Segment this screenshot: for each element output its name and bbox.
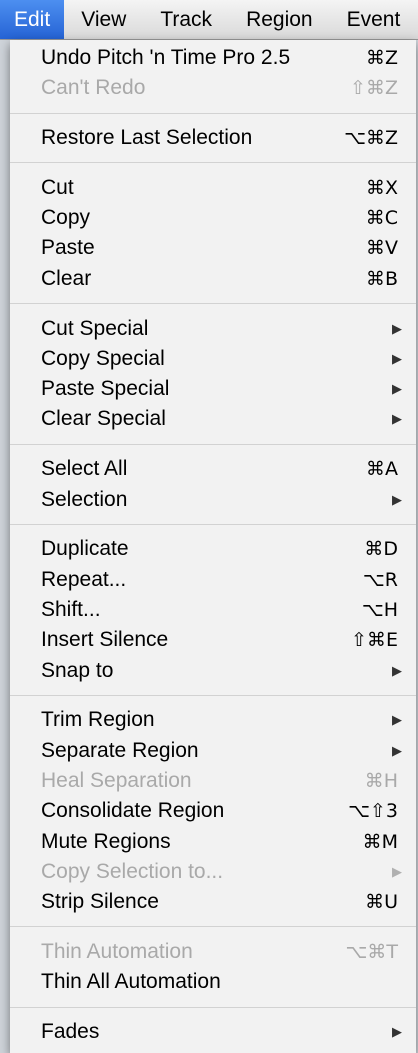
menu-item-shortcut: ⇧⌘Z — [350, 77, 398, 100]
menu-separator — [10, 294, 416, 314]
menu-item-label: Mute Regions — [41, 829, 171, 853]
menu-item-shortcut: ⌘U — [365, 891, 398, 914]
menu-item-label: Selection — [41, 487, 128, 511]
menu-item-selection[interactable]: Selection ▶ — [10, 485, 416, 515]
submenu-arrow-icon: ▶ — [392, 411, 402, 427]
menu-item-shortcut: ⌥⇧3 — [348, 800, 398, 823]
menu-item-label: Undo Pitch 'n Time Pro 2.5 — [41, 46, 291, 69]
menu-item-label: Copy Special — [41, 346, 165, 370]
menu-item-thin-all-automation[interactable]: Thin All Automation — [10, 967, 416, 997]
menu-item-shortcut: ⌥H — [361, 598, 398, 621]
submenu-arrow-icon: ▶ — [392, 320, 402, 336]
menu-item-shortcut: ⌘Z — [365, 47, 398, 69]
submenu-arrow-icon: ▶ — [392, 491, 402, 507]
menu-item-shortcut: ⌥⌘Z — [344, 127, 398, 150]
menu-item-label: Fades — [41, 1020, 100, 1044]
menu-separator — [10, 153, 416, 173]
menu-item-label: Paste — [41, 236, 95, 260]
menu-item-shortcut: ⌘X — [365, 176, 398, 199]
submenu-arrow-icon: ▶ — [392, 381, 402, 397]
menubar-edit[interactable]: Edit — [0, 0, 65, 39]
menu-item-label: Clear — [41, 266, 92, 290]
submenu-arrow-icon: ▶ — [392, 350, 402, 366]
submenu-arrow-icon: ▶ — [392, 1024, 402, 1040]
menu-separator — [10, 104, 416, 124]
menu-item-strip-silence[interactable]: Strip Silence ⌘U — [10, 887, 416, 917]
menu-item-clear[interactable]: Clear ⌘B — [10, 264, 416, 294]
menu-separator — [10, 515, 416, 535]
menu-item-shortcut: ⌘B — [365, 267, 398, 290]
menu-item-label: Strip Silence — [41, 890, 159, 914]
menu-item-shortcut: ⌘C — [365, 207, 398, 230]
menu-item-label: Heal Separation — [41, 768, 192, 792]
menu-item-copy-selection-to: Copy Selection to... ▶ — [10, 857, 416, 887]
menu-item-restore-last-selection[interactable]: Restore Last Selection ⌥⌘Z — [10, 123, 416, 153]
menu-item-can-t-redo: Can't Redo ⇧⌘Z — [10, 73, 416, 103]
menu-item-label: Cut — [41, 175, 74, 199]
menu-item-shift[interactable]: Shift... ⌥H — [10, 595, 416, 625]
menu-item-label: Thin Automation — [41, 939, 193, 963]
menu-item-undo-pitch-n-time-pro-2-5[interactable]: Undo Pitch 'n Time Pro 2.5 ⌘Z — [10, 43, 416, 73]
menu-item-label: Cut Special — [41, 316, 149, 340]
menu-item-select-all[interactable]: Select All ⌘A — [10, 454, 416, 484]
menu-item-consolidate-region[interactable]: Consolidate Region ⌥⇧3 — [10, 796, 416, 826]
menu-item-shortcut: ⌘V — [366, 237, 398, 260]
menubar-region[interactable]: Region — [229, 0, 330, 39]
menu-separator — [10, 998, 416, 1018]
submenu-arrow-icon: ▶ — [392, 742, 402, 758]
menu-item-shortcut: ⌥R — [362, 568, 398, 591]
menu-item-cut-special[interactable]: Cut Special ▶ — [10, 314, 416, 344]
menu-item-shortcut: ⌘M — [362, 830, 398, 853]
menu-item-shortcut: ⌘D — [364, 538, 398, 561]
menu-item-paste-special[interactable]: Paste Special ▶ — [10, 374, 416, 404]
menu-item-shortcut: ⌥⌘T — [345, 940, 398, 963]
menu-item-fades[interactable]: Fades ▶ — [10, 1017, 416, 1047]
menu-item-duplicate[interactable]: Duplicate ⌘D — [10, 534, 416, 564]
menu-item-label: Thin All Automation — [41, 970, 221, 994]
menu-item-label: Consolidate Region — [41, 799, 225, 823]
menu-item-label: Select All — [41, 457, 128, 481]
menu-item-label: Copy — [41, 206, 91, 230]
menu-item-clear-special[interactable]: Clear Special ▶ — [10, 404, 416, 434]
menu-item-shortcut: ⌘A — [366, 458, 398, 481]
menubar-track[interactable]: Track — [143, 0, 229, 39]
submenu-arrow-icon: ▶ — [392, 662, 402, 678]
menu-item-label: Can't Redo — [41, 76, 146, 100]
menu-item-shortcut: ⇧⌘E — [351, 629, 398, 652]
menu-item-thin-automation: Thin Automation ⌥⌘T — [10, 937, 416, 967]
menu-item-label: Repeat... — [41, 567, 127, 591]
menu-item-copy-special[interactable]: Copy Special ▶ — [10, 344, 416, 374]
menu-item-label: Shift... — [41, 597, 101, 621]
menu-item-label: Restore Last Selection — [41, 126, 253, 150]
menu-item-mute-regions[interactable]: Mute Regions ⌘M — [10, 827, 416, 857]
menu-item-cut[interactable]: Cut ⌘X — [10, 173, 416, 203]
menu-item-shortcut: ⌘H — [364, 769, 398, 792]
menubar-event[interactable]: Event — [330, 0, 418, 39]
menubar-view[interactable]: View — [64, 0, 143, 39]
menu-item-trim-region[interactable]: Trim Region ▶ — [10, 705, 416, 735]
menu-item-copy[interactable]: Copy ⌘C — [10, 203, 416, 233]
menu-item-label: Duplicate — [41, 537, 129, 561]
submenu-arrow-icon: ▶ — [392, 712, 402, 728]
menu-item-repeat[interactable]: Repeat... ⌥R — [10, 565, 416, 595]
edit-menu-dropdown: Undo Pitch 'n Time Pro 2.5 ⌘Z Can't Redo ⇧⌘… — [10, 40, 416, 1053]
menu-separator — [10, 435, 416, 455]
menu-item-label: Snap to — [41, 658, 114, 682]
menu-item-label: Copy Selection to... — [41, 859, 224, 883]
submenu-arrow-icon: ▶ — [392, 863, 402, 879]
menu-item-label: Clear Special — [41, 407, 166, 431]
menu-item-paste[interactable]: Paste ⌘V — [10, 233, 416, 263]
menu-bar: Edit View Track Region Event — [0, 0, 418, 40]
menu-separator — [10, 917, 416, 937]
menu-item-label: Trim Region — [41, 708, 155, 732]
menu-separator — [10, 686, 416, 706]
menu-item-label: Separate Region — [41, 738, 199, 762]
menu-item-separate-region[interactable]: Separate Region ▶ — [10, 736, 416, 766]
menu-item-label: Paste Special — [41, 377, 170, 401]
menu-item-insert-silence[interactable]: Insert Silence ⇧⌘E — [10, 625, 416, 655]
menu-item-label: Insert Silence — [41, 628, 169, 652]
menu-item-heal-separation: Heal Separation ⌘H — [10, 766, 416, 796]
menu-item-snap-to[interactable]: Snap to ▶ — [10, 656, 416, 686]
